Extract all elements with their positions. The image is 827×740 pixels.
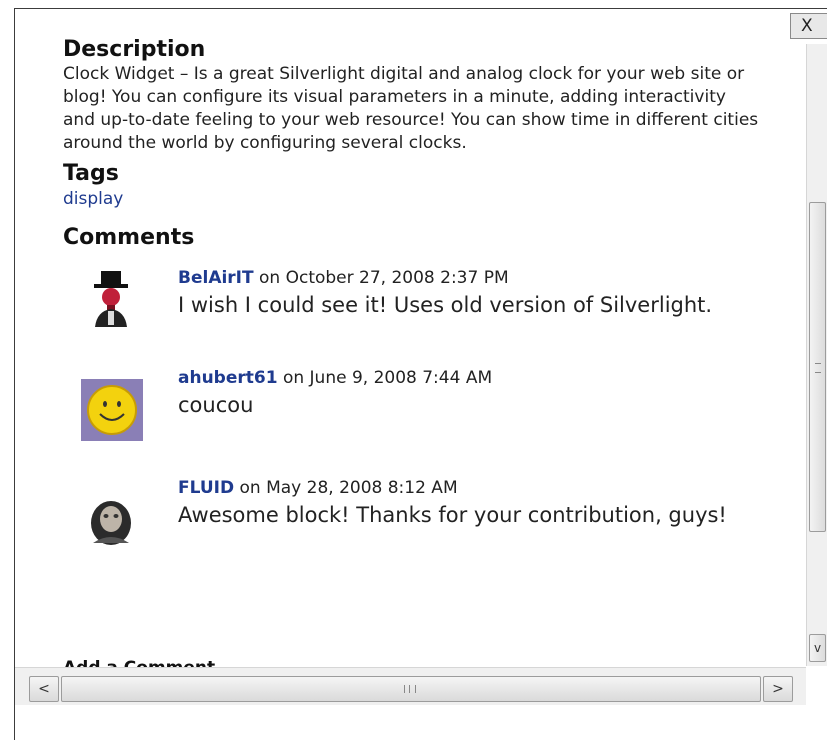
comment-text: coucou (178, 393, 254, 417)
horizontal-scrollbar[interactable]: < > (15, 667, 806, 705)
tags-heading: Tags (63, 161, 119, 186)
vertical-scroll-thumb[interactable] (809, 202, 826, 532)
comment-date: on June 9, 2008 7:44 AM (277, 368, 493, 388)
comment-author-link[interactable]: FLUID (178, 478, 234, 498)
grip-icon (815, 363, 821, 373)
scroll-left-button[interactable]: < (29, 676, 59, 702)
comment-item: BelAirIT on October 27, 2008 2:37 PM I w… (63, 267, 763, 367)
top-hat-character-avatar (81, 269, 141, 329)
comment-date: on October 27, 2008 2:37 PM (253, 268, 509, 288)
close-button[interactable]: X (790, 13, 827, 39)
description-heading: Description (63, 37, 206, 62)
chevron-right-icon: > (772, 681, 784, 697)
widget-details: Description Clock Widget – Is a great Si… (63, 37, 763, 577)
horizontal-scroll-thumb[interactable] (61, 676, 761, 702)
comment-body: BelAirIT on October 27, 2008 2:37 PM I w… (178, 267, 738, 320)
comment-list: BelAirIT on October 27, 2008 2:37 PM I w… (63, 267, 763, 577)
scroll-right-button[interactable]: > (763, 676, 793, 702)
comment-item: ahubert61 on June 9, 2008 7:44 AM coucou (63, 367, 763, 477)
scroll-down-button[interactable]: v (809, 634, 826, 662)
portrait-avatar (81, 491, 141, 551)
tag-link-display[interactable]: display (63, 188, 763, 211)
comment-body: ahubert61 on June 9, 2008 7:44 AM coucou (178, 367, 738, 420)
comment-text: I wish I could see it! Uses old version … (178, 293, 713, 317)
comment-date: on May 28, 2008 8:12 AM (234, 478, 458, 498)
content-viewport: Description Clock Widget – Is a great Si… (15, 9, 806, 667)
comment-author-link[interactable]: ahubert61 (178, 368, 278, 388)
chevron-left-icon: < (38, 681, 50, 697)
chevron-down-icon: v (813, 641, 822, 655)
comment-meta: ahubert61 on June 9, 2008 7:44 AM (178, 367, 738, 390)
comment-text: Awesome block! Thanks for your contribut… (178, 503, 727, 527)
smiley-face-avatar (81, 379, 143, 441)
comment-meta: FLUID on May 28, 2008 8:12 AM (178, 477, 738, 500)
add-comment-heading: Add a Comment (63, 658, 215, 667)
comment-meta: BelAirIT on October 27, 2008 2:37 PM (178, 267, 738, 290)
vertical-scrollbar[interactable]: v (806, 44, 827, 666)
comments-heading: Comments (63, 225, 195, 250)
comment-author-link[interactable]: BelAirIT (178, 268, 254, 288)
grip-icon (404, 685, 416, 693)
comment-body: FLUID on May 28, 2008 8:12 AM Awesome bl… (178, 477, 738, 530)
description-text: Clock Widget – Is a great Silverlight di… (63, 64, 759, 153)
comment-item: FLUID on May 28, 2008 8:12 AM Awesome bl… (63, 477, 763, 577)
